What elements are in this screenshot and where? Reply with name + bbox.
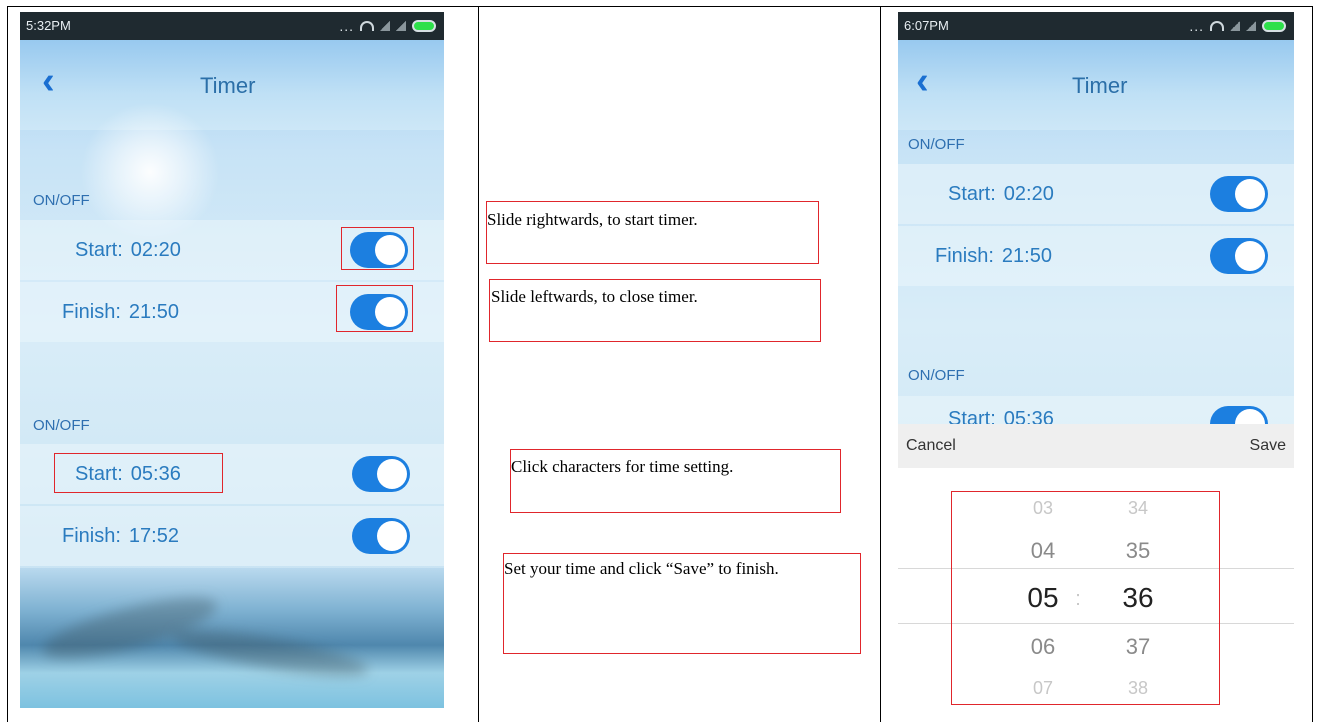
annotation-box-toggle (341, 227, 414, 270)
save-button[interactable]: Save (1250, 424, 1286, 468)
row-label: Finish: (935, 245, 994, 267)
note-text: Slide rightwards, to start timer. (487, 210, 698, 229)
note-text: Slide leftwards, to close timer. (491, 287, 698, 306)
section-label-on-off: ON/OFF (33, 192, 90, 209)
app-header: ‹ Timer (20, 40, 444, 130)
section-label-on-off: ON/OFF (33, 417, 90, 434)
cancel-button[interactable]: Cancel (906, 424, 956, 468)
more-dots-icon: ... (339, 18, 354, 34)
row-time: 17:52 (128, 525, 179, 547)
status-bar: 5:32PM ... (20, 12, 444, 40)
row-time: 21:50 (128, 301, 179, 323)
row-time: 02:20 (130, 239, 181, 261)
timer-row-start: Start: 02:20 (898, 164, 1294, 224)
signal-icon (396, 21, 406, 31)
annotation-box-toggle (336, 285, 413, 332)
row-label: Start: (75, 239, 123, 261)
timer-row-finish: Finish: 17:52 (20, 506, 444, 566)
page-title: Timer (200, 73, 256, 98)
timer-start-text[interactable]: Start: 05:36 (948, 404, 1054, 424)
back-icon[interactable]: ‹ (42, 62, 55, 100)
left-phone-screen: 5:32PM ... ‹ Timer ON/OFF Start: 02:20 Fi… (20, 12, 444, 708)
toggle-switch[interactable] (352, 518, 410, 554)
picker-toolbar: Cancel Save (898, 424, 1294, 468)
battery-icon (412, 20, 436, 32)
status-bar: 6:07PM ... (898, 12, 1294, 40)
note-text: Set your time and click “Save” to finish… (504, 559, 779, 578)
wifi-icon (1210, 21, 1224, 31)
timer-finish-text[interactable]: Finish: 21:50 (935, 226, 1052, 286)
column-divider-2 (880, 6, 881, 722)
toggle-switch[interactable] (1210, 176, 1268, 212)
row-time: 05:36 (1003, 408, 1054, 424)
column-divider-1 (478, 6, 479, 722)
signal-icon (1246, 21, 1256, 31)
section-label-on-off: ON/OFF (908, 136, 965, 153)
annotation-box-time-text (54, 453, 223, 493)
signal-icon (380, 21, 390, 31)
back-icon[interactable]: ‹ (916, 62, 929, 100)
status-time: 6:07PM (904, 18, 949, 33)
row-label: Start: (948, 408, 996, 424)
signal-icon (1230, 21, 1240, 31)
toggle-switch[interactable] (352, 456, 410, 492)
wifi-icon (360, 21, 374, 31)
toggle-switch[interactable] (1210, 406, 1268, 424)
toggle-switch[interactable] (1210, 238, 1268, 274)
row-label: Start: (948, 183, 996, 205)
timer-row-finish: Finish: 21:50 (898, 226, 1294, 286)
battery-icon (1262, 20, 1286, 32)
app-header: ‹ Timer (898, 40, 1294, 130)
background-photo (20, 568, 444, 708)
note-text: Click characters for time setting. (511, 457, 734, 476)
timer-row-start-partial: Start: 05:36 (898, 396, 1294, 424)
row-time: 21:50 (1001, 245, 1052, 267)
row-time: 02:20 (1003, 183, 1054, 205)
timer-finish-text[interactable]: Finish: 17:52 (62, 506, 179, 566)
row-label: Finish: (62, 525, 121, 547)
status-time: 5:32PM (26, 18, 71, 33)
page-title: Timer (1072, 73, 1128, 98)
row-label: Finish: (62, 301, 121, 323)
section-label-on-off: ON/OFF (908, 367, 965, 384)
timer-start-text[interactable]: Start: 02:20 (75, 220, 181, 280)
more-dots-icon: ... (1189, 18, 1204, 34)
timer-start-text[interactable]: Start: 02:20 (948, 164, 1054, 224)
annotation-box-picker (951, 491, 1220, 705)
timer-finish-text[interactable]: Finish: 21:50 (62, 282, 179, 342)
